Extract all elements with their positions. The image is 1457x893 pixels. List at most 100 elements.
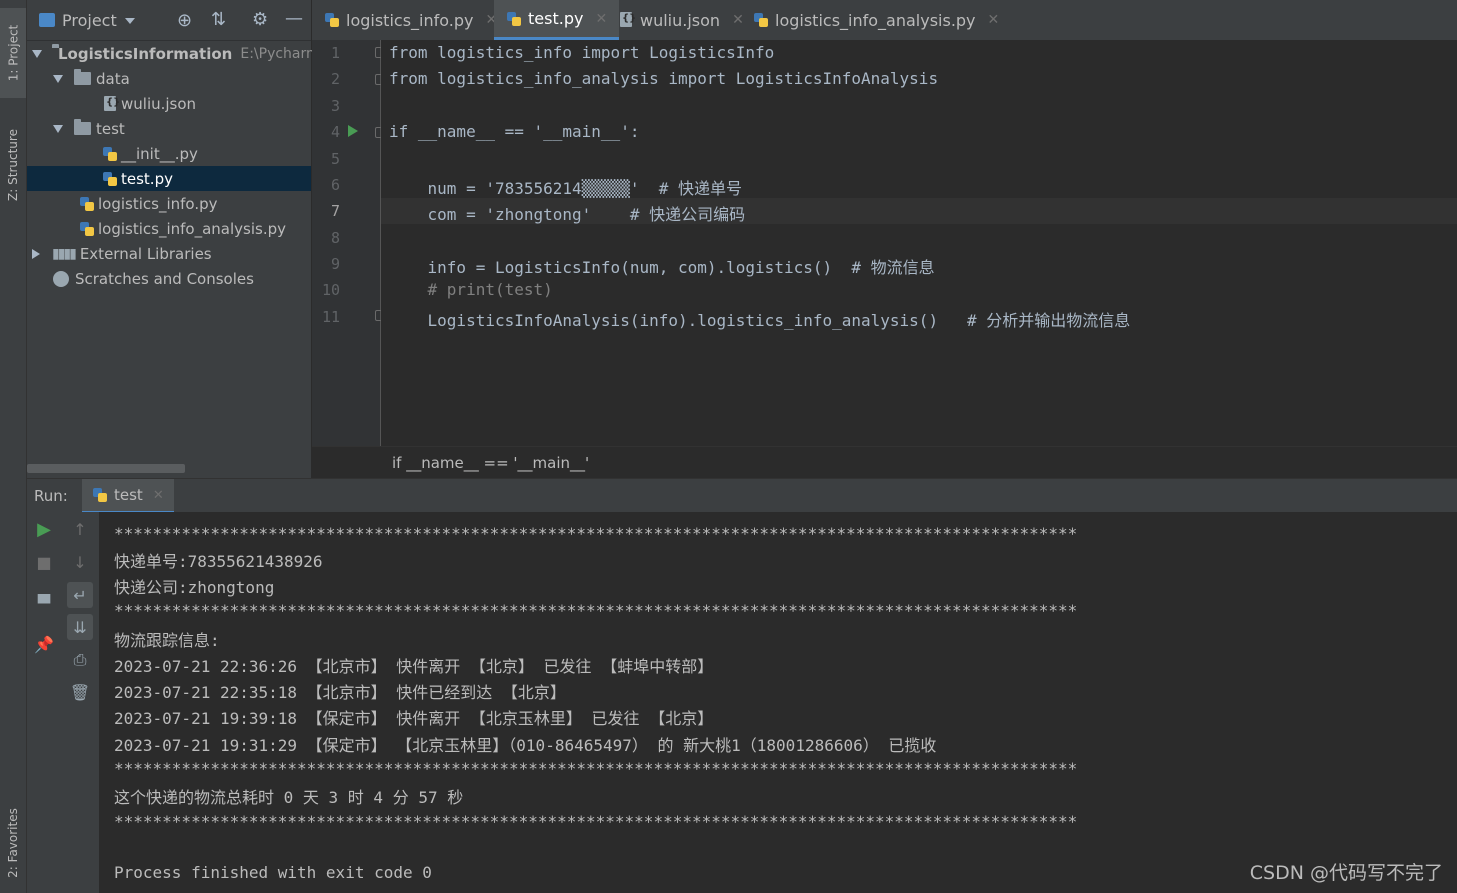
project-view-selector[interactable]: Project — [62, 11, 117, 30]
console-line: 快递公司:zhongtong — [114, 578, 275, 597]
code-line[interactable]: num = '783556214▒▒▒▒▒' # 快递单号 — [389, 175, 742, 199]
trash-icon[interactable]: 🗑 — [67, 679, 93, 705]
collapse-all-icon[interactable]: ⇅ — [211, 9, 226, 30]
close-icon[interactable]: ✕ — [988, 12, 1000, 28]
console-line: ****************************************… — [114, 812, 1078, 831]
console-line: 物流跟踪信息: — [114, 631, 220, 650]
tree-item-label: test — [96, 119, 125, 138]
console-line: ****************************************… — [114, 759, 1078, 778]
close-icon[interactable]: ✕ — [595, 11, 607, 27]
code-line[interactable]: if __name__ == '__main__': — [389, 122, 639, 141]
python-icon — [92, 487, 108, 503]
soft-wrap-icon[interactable]: ↵ — [67, 582, 93, 608]
locate-file-icon[interactable]: ⊕ — [177, 10, 192, 31]
close-icon[interactable]: ✕ — [153, 488, 164, 503]
editor-tab-bar: logistics_info.py ✕ test.py ✕ wuliu.json… — [312, 0, 1457, 41]
expand-arrow-icon[interactable] — [32, 248, 40, 259]
stop-icon[interactable]: ■ — [31, 549, 57, 575]
tree-item-init-py[interactable]: __init__.py — [27, 141, 311, 166]
line-number: 4 — [330, 123, 340, 141]
code-line[interactable]: from logistics_info_analysis import Logi… — [389, 69, 938, 88]
tree-item-label: logistics_info.py — [98, 194, 218, 213]
scroll-to-end-icon[interactable]: ⇊ — [67, 614, 93, 640]
gear-icon[interactable]: ⚙ — [252, 9, 268, 30]
run-toolbar: ▶ ■ ▀ 📌 ↑ ↓ ↵ ⇊ ⎙ 🗑 — [27, 512, 99, 893]
tree-item-logistics-info-analysis-py[interactable]: logistics_info_analysis.py — [27, 216, 311, 241]
console-line: 2023-07-21 22:36:26 【北京市】 快件离开 【北京】 已发往 … — [114, 657, 714, 676]
tab-wuliu-json[interactable]: wuliu.json ✕ — [618, 0, 744, 40]
tree-item-test-folder[interactable]: test — [27, 116, 311, 141]
line-number: 5 — [330, 150, 340, 168]
folder-icon — [74, 69, 91, 85]
code-line[interactable]: info = LogisticsInfo(num, com).logistics… — [389, 254, 935, 278]
tree-item-logistics-info-py[interactable]: logistics_info.py — [27, 191, 311, 216]
tree-item-label: LogisticsInformation — [58, 44, 233, 63]
hide-panel-icon[interactable]: — — [285, 8, 303, 29]
json-file-icon — [102, 95, 120, 112]
down-arrow-icon[interactable]: ↓ — [67, 549, 93, 575]
line-number: 1 — [330, 44, 340, 62]
python-file-icon — [79, 221, 95, 237]
run-tab-test[interactable]: test ✕ — [82, 479, 174, 513]
layout-icon[interactable]: ▀ — [31, 590, 57, 616]
project-panel: Project ⊕ ⇅ ⚙ — LogisticsInformation E:\… — [27, 0, 320, 478]
editor-gutter: 1 2 3 4 5 6 7 8 9 10 11 — [312, 40, 385, 446]
tree-item-scratches[interactable]: Scratches and Consoles — [27, 266, 311, 291]
tab-test-py[interactable]: test.py ✕ — [494, 0, 620, 40]
up-arrow-icon[interactable]: ↑ — [67, 516, 93, 542]
favorites-tool-tab[interactable]: 2: Favorites — [0, 795, 26, 890]
project-view-icon — [39, 13, 55, 27]
code-editor[interactable]: from logistics_info import LogisticsInfo… — [381, 40, 1457, 446]
tab-label: logistics_info.py — [346, 10, 474, 30]
line-number: 11 — [321, 308, 340, 326]
pin-icon[interactable]: 📌 — [31, 631, 57, 657]
tree-item-wuliu-json[interactable]: wuliu.json — [27, 91, 311, 116]
python-file-icon — [79, 196, 95, 212]
structure-tool-tab[interactable]: Z: Structure — [0, 110, 26, 220]
package-folder-icon — [74, 119, 91, 135]
scratches-icon — [53, 270, 69, 287]
project-tool-tab[interactable]: 1: Project — [0, 8, 26, 98]
run-tab-label: test — [114, 486, 143, 504]
breadcrumb-label[interactable]: if __name__ == '__main__' — [392, 454, 589, 472]
tree-item-external-libraries[interactable]: ▮▮▮▮ External Libraries — [27, 241, 311, 266]
code-line[interactable]: from logistics_info import LogisticsInfo — [389, 43, 774, 62]
tree-item-label: Scratches and Consoles — [75, 269, 254, 288]
tree-item-label: External Libraries — [79, 244, 212, 263]
breadcrumb[interactable]: if __name__ == '__main__' — [312, 446, 1457, 479]
print-icon[interactable]: ⎙ — [67, 647, 93, 673]
code-line[interactable]: com = 'zhongtong' # 快递公司编码 — [389, 201, 746, 225]
code-line[interactable]: LogisticsInfoAnalysis(info).logistics_in… — [389, 307, 1131, 331]
console-line: 2023-07-21 19:39:18 【保定市】 快件离开 【北京玉林里】 已… — [114, 709, 714, 728]
console-line: 2023-07-21 22:35:18 【北京市】 快件已经到达 【北京】 — [114, 683, 566, 702]
console-line: Process finished with exit code 0 — [114, 863, 432, 882]
tree-item-test-py[interactable]: test.py — [27, 166, 311, 191]
line-number: 7 — [330, 202, 340, 220]
run-label: Run: — [34, 487, 68, 505]
tab-logistics-info-py[interactable]: logistics_info.py ✕ — [324, 0, 497, 40]
tree-item-path-hint: E:\Pycharm — [240, 45, 320, 62]
expand-arrow-icon[interactable] — [53, 74, 63, 83]
tree-item-label: data — [96, 69, 130, 88]
python-file-icon — [753, 12, 769, 28]
tree-item-logisticsinformation[interactable]: LogisticsInformation E:\Pycharm — [27, 41, 320, 66]
expand-arrow-icon[interactable] — [53, 124, 63, 133]
expand-arrow-icon[interactable] — [32, 49, 42, 58]
horizontal-scrollbar[interactable] — [27, 464, 185, 473]
tree-item-label: test.py — [121, 169, 173, 188]
run-gutter-icon[interactable] — [348, 125, 358, 137]
chevron-down-icon[interactable] — [125, 18, 135, 24]
tab-logistics-info-analysis-py[interactable]: logistics_info_analysis.py ✕ — [753, 0, 999, 40]
tree-item-data[interactable]: data — [27, 66, 311, 91]
library-icon: ▮▮▮▮ — [52, 245, 77, 262]
code-line[interactable]: # print(test) — [389, 280, 553, 299]
rerun-icon[interactable]: ▶ — [31, 516, 57, 542]
tree-item-label: wuliu.json — [121, 94, 197, 113]
python-file-icon — [102, 171, 118, 187]
console-line: ****************************************… — [114, 601, 1078, 620]
close-icon[interactable]: ✕ — [732, 12, 744, 28]
python-file-icon — [506, 11, 522, 27]
tab-label: wuliu.json — [640, 10, 721, 30]
run-console[interactable]: ****************************************… — [99, 512, 1457, 893]
line-number: 6 — [330, 176, 340, 194]
